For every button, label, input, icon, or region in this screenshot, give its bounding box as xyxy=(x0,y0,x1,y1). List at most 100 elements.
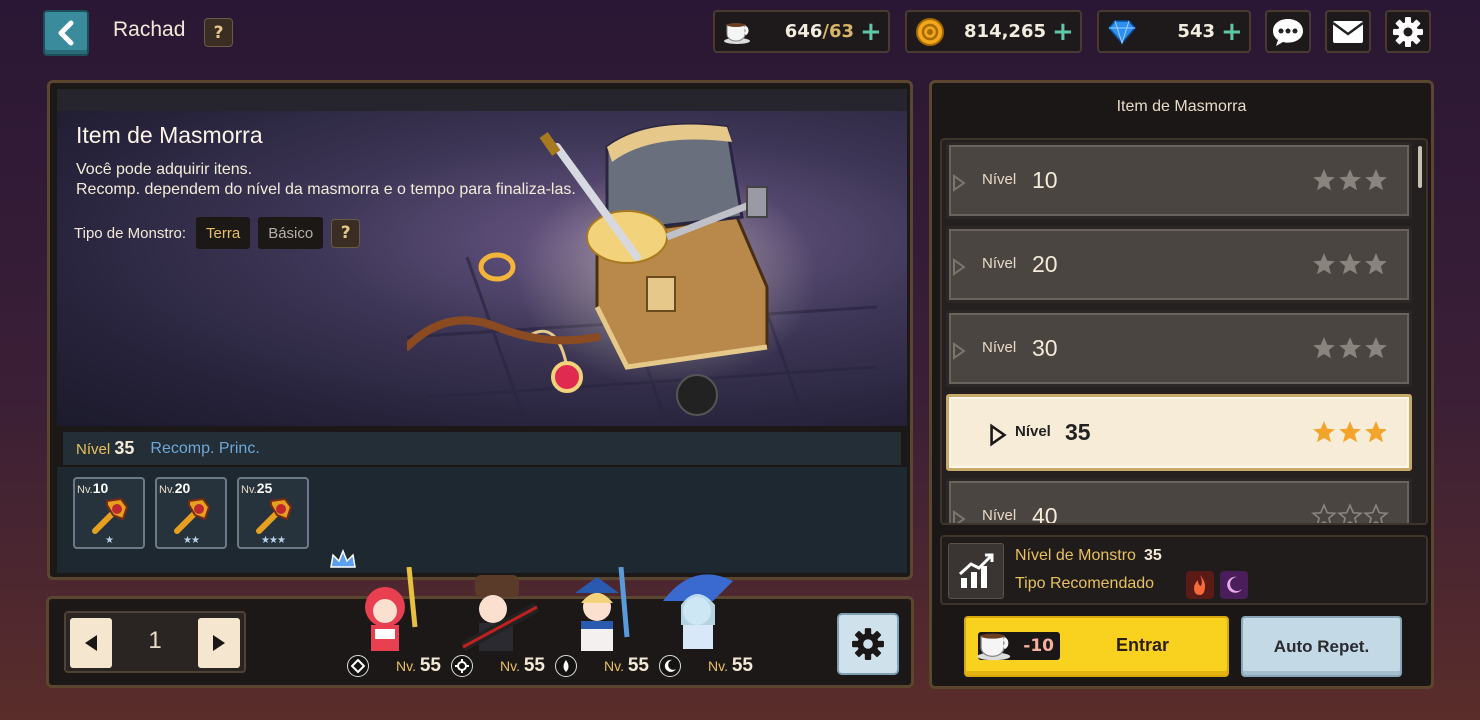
water-drop-element-icon xyxy=(555,655,577,677)
hammer-icon xyxy=(256,497,293,534)
level-label: Nível xyxy=(1015,423,1051,440)
monster-level-value: 35 xyxy=(1143,547,1162,564)
star-icon xyxy=(1313,253,1335,275)
help-button[interactable]: ? xyxy=(204,18,233,47)
reward-item[interactable]: Nv.25 ★★★ xyxy=(237,477,309,549)
dungeon-banner: Item de Masmorra Você pode adquirir iten… xyxy=(57,89,907,426)
star-icon xyxy=(1339,253,1361,275)
level-item[interactable]: Nível 40 xyxy=(946,478,1412,524)
add-gold-button[interactable]: + xyxy=(1052,19,1074,45)
settings-button[interactable] xyxy=(1385,10,1431,53)
level-label: Nível xyxy=(982,507,1017,524)
hero-nv-label: Nv. xyxy=(500,658,520,674)
reward-level-label: Nível xyxy=(76,441,111,458)
level-list-scrollbar[interactable] xyxy=(1418,146,1422,188)
gems-counter[interactable]: 543 + xyxy=(1097,10,1251,53)
star-icon xyxy=(1363,503,1389,523)
party-pager: 1 xyxy=(64,611,246,673)
hammer-icon xyxy=(174,497,211,534)
rewards-area: Nv.10 ★ Nv.20 ★★ Nv.25 ★★★ xyxy=(57,467,907,573)
treasure-chest-illustration xyxy=(407,123,877,426)
hero-nv-label: Nv. xyxy=(396,658,416,674)
level-stars xyxy=(1311,503,1389,523)
fire-type-icon xyxy=(1186,571,1214,599)
chat-button[interactable] xyxy=(1265,10,1311,53)
level-item[interactable]: Nível 10 xyxy=(946,142,1412,219)
crown-icon xyxy=(330,549,356,568)
hero-sprite xyxy=(575,567,630,651)
diamond-element-icon xyxy=(347,655,369,677)
party-number: 1 xyxy=(148,627,162,654)
reward-item[interactable]: Nv.10 ★ xyxy=(73,477,145,549)
reward-stars: ★★★ xyxy=(261,535,286,546)
hero-slot[interactable]: Nv. 55 xyxy=(445,567,547,677)
back-button[interactable] xyxy=(43,10,89,56)
party-panel: 1 Nv. 55 Nv. 55 Nv. 55 Nv. 55 xyxy=(46,549,914,688)
mail-button[interactable] xyxy=(1325,10,1371,53)
star-icon xyxy=(1339,169,1361,191)
party-settings-button[interactable] xyxy=(837,613,899,675)
hero-level: 55 xyxy=(627,655,649,676)
hero-level: 55 xyxy=(419,655,441,676)
star-icon xyxy=(1313,421,1335,443)
hero-level: 55 xyxy=(731,655,753,676)
coffee-cup-icon xyxy=(721,15,755,49)
level-chart-icon xyxy=(948,543,1004,599)
level-item-selected[interactable]: Nível 35 xyxy=(946,394,1412,471)
hero-sprite xyxy=(365,567,418,651)
monster-info: Nível de Monstro 35 Tipo Recomendado xyxy=(940,535,1428,605)
play-arrow-icon xyxy=(953,174,966,192)
add-stamina-button[interactable]: + xyxy=(860,19,882,45)
hero-level: 55 xyxy=(523,655,545,676)
auto-repeat-button[interactable]: Auto Repet. xyxy=(1241,616,1402,677)
hero-nv-label: Nv. xyxy=(604,658,624,674)
monster-tag-basic: Básico xyxy=(258,217,324,249)
next-party-button[interactable] xyxy=(198,618,240,668)
level-item[interactable]: Nível 30 xyxy=(946,310,1412,387)
level-item[interactable]: Nível 20 xyxy=(946,226,1412,303)
hero-nv-label: Nv. xyxy=(708,658,728,674)
monster-type-help-button[interactable]: ? xyxy=(331,218,361,248)
hero-slot[interactable]: Nv. 55 xyxy=(330,549,443,677)
star-icon xyxy=(1365,253,1387,275)
level-list[interactable]: Nível 10 Nível 20 Nível 30 Nível 35 Níve… xyxy=(940,138,1428,525)
hero-sprite xyxy=(460,575,539,652)
triangle-left-icon xyxy=(85,635,97,651)
hero-slot[interactable]: Nv. 55 xyxy=(653,567,755,677)
level-value: 35 xyxy=(1065,419,1091,445)
dungeon-title: Item de Masmorra xyxy=(76,122,263,148)
star-icon xyxy=(1313,337,1335,359)
level-value: 30 xyxy=(1032,335,1058,361)
enter-label: Entrar xyxy=(1116,635,1170,655)
stamina-value: 646 xyxy=(784,21,823,42)
moon-element-icon xyxy=(659,655,681,677)
gear-icon xyxy=(852,628,884,660)
reward-header: Nível 35 Recomp. Princ. xyxy=(63,432,901,465)
level-select-panel: Item de Masmorra Nível 10 Nível 20 Nível… xyxy=(929,80,1434,689)
level-panel-title: Item de Masmorra xyxy=(1116,98,1247,115)
level-label: Nível xyxy=(982,171,1017,188)
add-gems-button[interactable]: + xyxy=(1221,19,1243,45)
prev-party-button[interactable] xyxy=(70,618,112,668)
star-icon xyxy=(1313,169,1335,191)
star-icon xyxy=(1337,503,1363,523)
reward-level: Nível 35 xyxy=(76,438,134,459)
gold-counter[interactable]: 814,265 + xyxy=(905,10,1082,53)
hero-sprite xyxy=(663,574,733,649)
level-value: 20 xyxy=(1032,251,1058,277)
star-icon xyxy=(1365,169,1387,191)
star-icon xyxy=(1339,337,1361,359)
recommended-type-label: Tipo Recomendado xyxy=(1015,575,1155,592)
hero-slot[interactable]: Nv. 55 xyxy=(549,567,651,677)
diamond-icon xyxy=(1105,15,1139,49)
coffee-cup-icon xyxy=(977,633,1011,661)
stamina-counter[interactable]: 646/63 + xyxy=(713,10,890,53)
monster-type-row: Tipo de Monstro: Terra Básico ? xyxy=(74,217,361,249)
gold-value: 814,265 xyxy=(964,21,1046,42)
reward-stars: ★★ xyxy=(183,535,200,546)
reward-item[interactable]: Nv.20 ★★ xyxy=(155,477,227,549)
level-label: Nível xyxy=(982,339,1017,356)
enter-button[interactable]: -10 Entrar xyxy=(964,616,1229,677)
dungeon-description: Você pode adquirir itens. Recomp. depend… xyxy=(76,161,576,198)
mail-icon xyxy=(1332,20,1364,43)
